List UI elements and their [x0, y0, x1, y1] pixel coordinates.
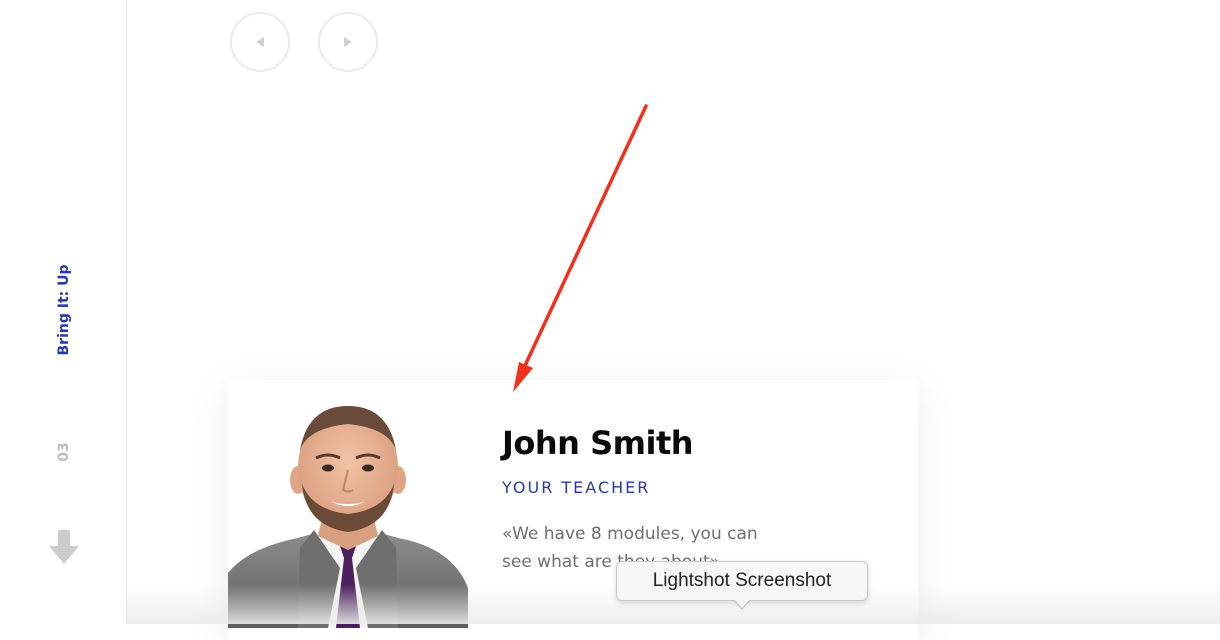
section-number: 03	[56, 442, 72, 462]
next-button[interactable]	[318, 12, 378, 72]
triangle-left-icon	[256, 37, 264, 47]
prev-button[interactable]	[230, 12, 290, 72]
side-rail: Bring It: Up 03	[0, 0, 127, 624]
teacher-name: John Smith	[502, 424, 694, 462]
tooltip: Lightshot Screenshot	[616, 561, 868, 601]
section-title[interactable]: Bring It: Up	[56, 265, 72, 356]
down-arrow-icon[interactable]	[49, 530, 79, 566]
teacher-role: YOUR TEACHER	[502, 478, 651, 497]
tooltip-tail	[733, 599, 751, 610]
triangle-right-icon	[344, 37, 352, 47]
